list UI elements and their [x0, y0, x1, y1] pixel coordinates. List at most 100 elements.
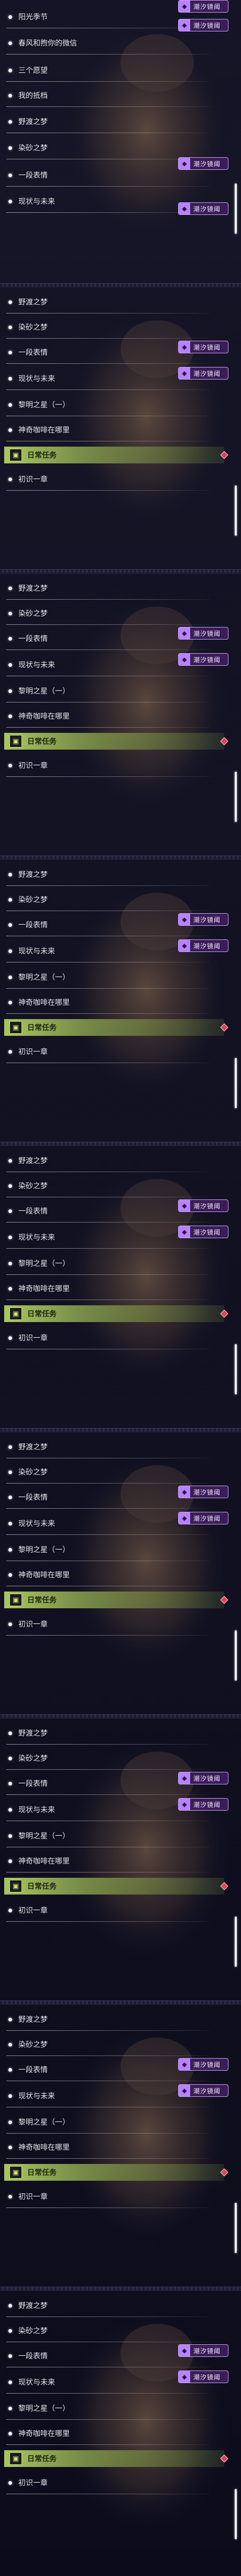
daily-task-header[interactable]: ▣ 日常任务 [4, 1019, 224, 1036]
content-tag-badge: ◆ 潮汐镜阈 [178, 341, 228, 353]
scrollbar-thumb[interactable] [235, 1917, 237, 1967]
list-item[interactable]: 染砂之梦 [0, 316, 220, 339]
scrollbar-thumb[interactable] [235, 1344, 237, 1394]
list-item[interactable]: 初识一章 [0, 1899, 220, 1922]
list-item[interactable]: 野渡之梦 [0, 577, 220, 600]
badge-label: 潮汐镜阈 [193, 1514, 221, 1522]
list-item[interactable]: 染砂之梦 [0, 2033, 220, 2056]
list-item[interactable]: 染砂之梦 [0, 2319, 220, 2342]
list-item-label: 染砂之梦 [18, 323, 48, 332]
bullet-icon [8, 1521, 12, 1525]
list-item[interactable]: 野渡之梦 [0, 863, 220, 886]
list-item[interactable]: 黎明之星（一） [0, 1824, 220, 1847]
scrollbar-thumb[interactable] [235, 1058, 237, 1108]
mask-icon: ◆ [179, 940, 190, 951]
list-item[interactable]: 黎明之星（一） [0, 1538, 220, 1561]
list-item[interactable]: 神奇咖啡在哪里 [0, 991, 220, 1014]
bullet-icon [8, 1000, 12, 1004]
list-item[interactable]: 初识一章 [0, 1040, 220, 1063]
list-item[interactable]: 染砂之梦 [0, 136, 220, 159]
scrollbar-thumb[interactable] [235, 2203, 237, 2253]
list-item[interactable]: 野渡之梦 [0, 1435, 220, 1458]
badge-label: 潮汐镜阈 [193, 1202, 221, 1210]
scrollbar-thumb[interactable] [235, 183, 237, 234]
daily-task-header[interactable]: ▣ 日常任务 [4, 1305, 224, 1322]
list-item[interactable]: 神奇咖啡在哪里 [0, 705, 220, 728]
bullet-icon [8, 2017, 12, 2021]
row-divider [6, 1274, 210, 1275]
list-item[interactable]: 初识一章 [0, 468, 220, 491]
list-item-label: 现状与未来 [18, 2378, 55, 2387]
list-item[interactable]: 野渡之梦 [0, 1149, 220, 1172]
list-item[interactable]: 神奇咖啡在哪里 [0, 418, 220, 441]
list-item[interactable]: 初识一章 [0, 754, 220, 777]
list-item[interactable]: 染砂之梦 [0, 602, 220, 625]
list-item[interactable]: 三个愿望 [0, 59, 220, 82]
quest-list-panel: 阳光季节 春风和煦你的微信 三个愿望 我的抵档 野渡之梦 染砂之梦 一段表情 现… [0, 0, 241, 286]
list-item-label: 现状与未来 [18, 1806, 55, 1814]
daily-task-header[interactable]: ▣ 日常任务 [4, 2164, 224, 2181]
list-item[interactable]: 神奇咖啡在哪里 [0, 1277, 220, 1300]
list-item[interactable]: 春风和煦你的微信 [0, 31, 220, 55]
list-item-label: 一段表情 [18, 349, 48, 357]
list-item-label: 一段表情 [18, 1207, 48, 1216]
list-item[interactable]: 黎明之星（一） [0, 2110, 220, 2134]
list-item[interactable]: 黎明之星（一） [0, 1252, 220, 1275]
list-item[interactable]: 野渡之梦 [0, 110, 220, 133]
list-item-label: 现状与未来 [18, 2092, 55, 2101]
content-tag-badge: ◆ 潮汐镜阈 [178, 1772, 228, 1784]
daily-task-header[interactable]: ▣ 日常任务 [4, 1592, 224, 1608]
bullet-icon [8, 2194, 12, 2199]
list-item[interactable]: 神奇咖啡在哪里 [0, 1563, 220, 1586]
list-item[interactable]: 野渡之梦 [0, 2008, 220, 2031]
list-item-label: 黎明之星（一） [18, 2405, 70, 2413]
quest-list-panel: 野渡之梦 染砂之梦 一段表情 现状与未来 黎明之星（一） 神奇咖啡在哪里 ◆ 潮汐… [0, 1431, 241, 1717]
content-tag-badge: ◆ 潮汐镜阈 [178, 627, 228, 640]
list-item[interactable]: 初识一章 [0, 2471, 220, 2494]
daily-task-header[interactable]: ▣ 日常任务 [4, 733, 224, 750]
mask-icon: ◆ [179, 1512, 190, 1524]
list-item-label: 三个愿望 [18, 67, 48, 75]
list-item[interactable]: 染砂之梦 [0, 1747, 220, 1770]
list-item[interactable]: 野渡之梦 [0, 1722, 220, 1745]
row-divider [6, 776, 210, 777]
list-item[interactable]: 初识一章 [0, 1612, 220, 1636]
mask-icon: ◆ [179, 203, 190, 214]
bullet-icon [8, 1859, 12, 1863]
row-divider [6, 1508, 210, 1509]
list-item[interactable]: 神奇咖啡在哪里 [0, 1849, 220, 1873]
daily-task-header[interactable]: ▣ 日常任务 [4, 1878, 224, 1895]
book-icon: ▣ [9, 2452, 22, 2465]
scrollbar-thumb[interactable] [235, 772, 237, 822]
mask-icon: ◆ [179, 367, 190, 379]
scrollbar-thumb[interactable] [235, 2489, 237, 2539]
daily-task-title: 日常任务 [27, 451, 57, 460]
list-item[interactable]: 野渡之梦 [0, 290, 220, 313]
list-item[interactable]: 黎明之星（一） [0, 393, 220, 416]
content-tag-badge: ◆ 潮汐镜阈 [178, 1226, 228, 1238]
list-item[interactable]: 野渡之梦 [0, 2294, 220, 2317]
badge-label: 潮汐镜阈 [193, 2373, 221, 2381]
list-item[interactable]: 神奇咖啡在哪里 [0, 2422, 220, 2445]
list-item-label: 神奇咖啡在哪里 [18, 1857, 70, 1866]
list-item[interactable]: 染砂之梦 [0, 1460, 220, 1484]
list-item[interactable]: 神奇咖啡在哪里 [0, 2136, 220, 2159]
row-divider [6, 2207, 210, 2208]
list-item[interactable]: 我的抵档 [0, 84, 220, 107]
scrollbar-thumb[interactable] [235, 485, 237, 536]
scrollbar-thumb[interactable] [235, 1630, 237, 1681]
list-item[interactable]: 初识一章 [0, 1326, 220, 1349]
list-item-label: 阳光季节 [18, 13, 48, 21]
list-item[interactable]: 染砂之梦 [0, 1174, 220, 1197]
list-item[interactable]: 黎明之星（一） [0, 679, 220, 702]
bullet-icon [8, 714, 12, 718]
list-item[interactable]: 黎明之星（一） [0, 2397, 220, 2420]
list-item[interactable]: 黎明之星（一） [0, 966, 220, 989]
book-icon: ▣ [9, 1307, 22, 1320]
list-item[interactable]: 染砂之梦 [0, 888, 220, 911]
bullet-icon [8, 1209, 12, 1213]
list-item[interactable]: 初识一章 [0, 2185, 220, 2208]
daily-task-header[interactable]: ▣ 日常任务 [4, 2450, 224, 2467]
daily-task-header[interactable]: ▣ 日常任务 [4, 447, 224, 463]
list-item-label: 神奇咖啡在哪里 [18, 426, 70, 435]
